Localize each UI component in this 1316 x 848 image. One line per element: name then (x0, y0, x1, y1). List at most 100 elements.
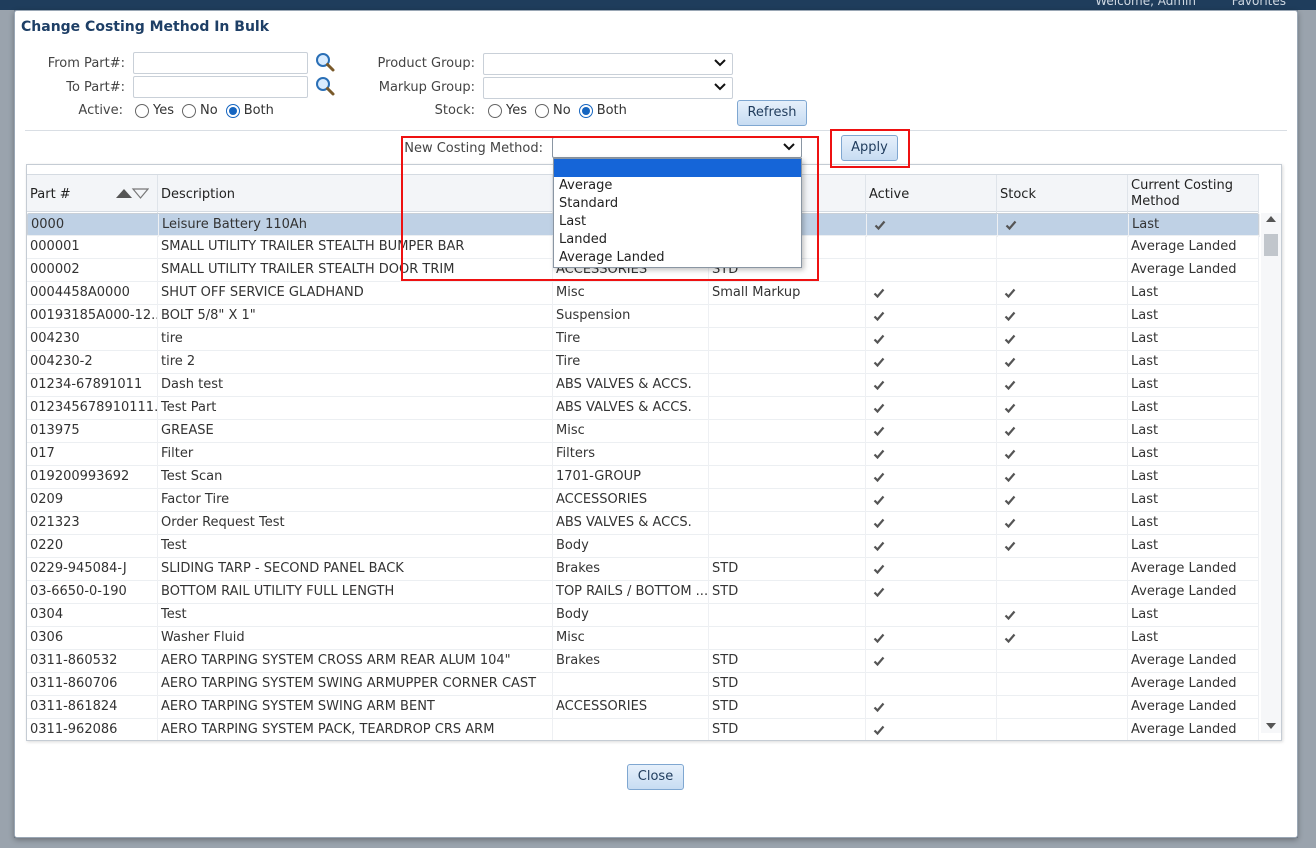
cell-markup (709, 420, 866, 443)
cell-markup (709, 328, 866, 351)
checkmark-icon (1004, 472, 1016, 483)
header-part-label: Part # (30, 186, 71, 202)
cell-markup (709, 351, 866, 374)
scroll-down-icon[interactable] (1266, 723, 1276, 729)
from-part-label: From Part#: (47, 56, 125, 71)
cell-desc: tire (158, 328, 553, 351)
cell-markup: STD (709, 558, 866, 581)
markup-group-select[interactable] (483, 77, 733, 99)
table-row[interactable]: 00193185A000-12... BOLT 5/8" X 1" Suspensi… (27, 305, 1259, 328)
table-row[interactable]: 0311-860706 AERO TARPING SYSTEM SWING ARM… (27, 673, 1259, 696)
checkmark-icon (873, 518, 885, 529)
table-row[interactable]: 0304 Test Body Last (27, 604, 1259, 627)
header-current-costing-label: Current Costing Method (1131, 178, 1233, 209)
scroll-up-icon[interactable] (1266, 216, 1276, 222)
dropdown-option[interactable]: Average Landed (554, 249, 801, 267)
cell-method: Last (1128, 604, 1259, 627)
stock-both-option[interactable]: Both (578, 103, 627, 118)
cell-active (866, 397, 997, 420)
radio-selected-icon[interactable] (225, 103, 240, 118)
table-row[interactable]: 004230-2 tire 2 Tire Last (27, 351, 1259, 374)
grid-scrollbar[interactable] (1261, 213, 1281, 733)
radio-icon[interactable] (182, 103, 196, 118)
cell-group: Misc (553, 627, 709, 650)
checkmark-icon (873, 357, 885, 368)
header-stock[interactable]: Stock (997, 175, 1128, 213)
favorites-menu[interactable]: Favorites (1232, 0, 1286, 8)
to-part-input[interactable] (133, 76, 308, 98)
checkmark-icon (1005, 220, 1017, 231)
active-yes-option[interactable]: Yes (135, 103, 174, 118)
cell-part: 01234-67891011 (27, 374, 158, 397)
table-row[interactable]: 021323 Order Request Test ABS VALVES & ACC… (27, 512, 1259, 535)
checkmark-icon (1004, 541, 1016, 552)
dropdown-option[interactable]: Standard (554, 195, 801, 213)
checkmark-icon (873, 403, 885, 414)
table-row[interactable]: 0220 Test Body Last (27, 535, 1259, 558)
dropdown-option[interactable] (554, 159, 801, 177)
cell-markup (709, 512, 866, 535)
radio-label: Both (243, 103, 274, 118)
cell-part: 004230 (27, 328, 158, 351)
apply-button[interactable]: Apply (841, 135, 898, 161)
scroll-thumb[interactable] (1264, 234, 1278, 256)
checkmark-icon (873, 702, 885, 713)
search-from-part-icon[interactable] (314, 51, 336, 73)
checkmark-icon (1004, 518, 1016, 529)
radio-selected-icon[interactable] (578, 103, 593, 118)
stock-yes-option[interactable]: Yes (488, 103, 527, 118)
radio-icon[interactable] (535, 103, 549, 118)
cell-stock (997, 512, 1128, 535)
active-no-option[interactable]: No (182, 103, 218, 118)
cell-part: 019200993692 (27, 466, 158, 489)
search-to-part-icon[interactable] (314, 75, 336, 97)
from-part-input[interactable] (133, 52, 308, 74)
active-radio-group: Yes No Both (135, 103, 282, 118)
table-row[interactable]: 0311-860532 AERO TARPING SYSTEM CROSS ARM… (27, 650, 1259, 673)
table-row[interactable]: 013975 GREASE Misc Last (27, 420, 1259, 443)
app-topbar: Welcome, Admin Favorites (0, 0, 1316, 10)
cell-part: 000002 (27, 259, 158, 282)
stock-no-option[interactable]: No (535, 103, 571, 118)
checkmark-icon (1004, 495, 1016, 506)
radio-icon[interactable] (135, 103, 149, 118)
product-group-select[interactable] (483, 53, 733, 75)
table-row[interactable]: 0311-962086 AERO TARPING SYSTEM PACK, TEA… (27, 719, 1259, 740)
checkmark-icon (1004, 380, 1016, 391)
cell-stock (997, 627, 1128, 650)
header-part[interactable]: Part # (27, 175, 158, 213)
table-row[interactable]: 0306 Washer Fluid Misc Last (27, 627, 1259, 650)
cell-desc: Filter (158, 443, 553, 466)
new-costing-select[interactable] (552, 137, 802, 158)
table-row[interactable]: 0229-945084-J SLIDING TARP - SECOND PANEL… (27, 558, 1259, 581)
active-both-option[interactable]: Both (225, 103, 274, 118)
table-row[interactable]: 0311-861824 AERO TARPING SYSTEM SWING ARM… (27, 696, 1259, 719)
table-row[interactable]: 017 Filter Filters Last (27, 443, 1259, 466)
close-button[interactable]: Close (627, 764, 684, 790)
cell-desc: BOLT 5/8" X 1" (158, 305, 553, 328)
cell-group: ABS VALVES & ACCS. (553, 374, 709, 397)
sort-icon[interactable] (115, 187, 149, 199)
cell-markup: STD (709, 650, 866, 673)
table-row[interactable]: 004230 tire Tire Last (27, 328, 1259, 351)
table-row[interactable]: 03-6650-0-190 BOTTOM RAIL UTILITY FULL LE… (27, 581, 1259, 604)
refresh-button[interactable]: Refresh (737, 100, 807, 126)
table-row[interactable]: 0004458A0000 SHUT OFF SERVICE GLADHAND Mis… (27, 282, 1259, 305)
table-row[interactable]: 012345678910111... Test Part ABS VALVES & … (27, 397, 1259, 420)
checkmark-icon (1004, 426, 1016, 437)
cell-part: 012345678910111... (27, 397, 158, 420)
table-row[interactable]: 0209 Factor Tire ACCESSORIES Last (27, 489, 1259, 512)
header-current-costing[interactable]: Current Costing Method (1128, 175, 1259, 213)
table-row[interactable]: 019200993692 Test Scan 1701-GROUP Last (27, 466, 1259, 489)
cell-method: Average Landed (1128, 696, 1259, 719)
header-description[interactable]: Description (158, 175, 553, 213)
cell-active (866, 535, 997, 558)
dropdown-option[interactable]: Average (554, 177, 801, 195)
dropdown-option[interactable]: Landed (554, 231, 801, 249)
radio-icon[interactable] (488, 103, 502, 118)
table-row[interactable]: 01234-67891011 Dash test ABS VALVES & ACCS… (27, 374, 1259, 397)
dropdown-option[interactable]: Last (554, 213, 801, 231)
cell-desc: Leisure Battery 110Ah (159, 214, 554, 237)
header-active[interactable]: Active (866, 175, 997, 213)
cell-part: 0304 (27, 604, 158, 627)
